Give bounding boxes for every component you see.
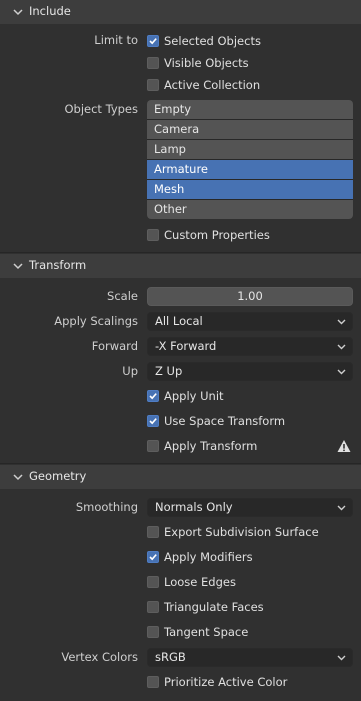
apply-unit-checkbox[interactable]: Apply Unit bbox=[147, 387, 224, 405]
object-type-armature[interactable]: Armature bbox=[147, 160, 353, 179]
scale-value: 1.00 bbox=[237, 289, 263, 303]
panel-title: Include bbox=[29, 4, 71, 18]
panel-title: Geometry bbox=[29, 469, 87, 483]
up-dropdown[interactable]: Z Up bbox=[147, 362, 353, 381]
checkbox-unchecked bbox=[147, 626, 159, 638]
object-types-list: Empty Camera Lamp Armature Mesh Other bbox=[147, 100, 353, 219]
active-collection-checkbox[interactable]: Active Collection bbox=[147, 76, 260, 94]
dropdown-value: sRGB bbox=[155, 650, 186, 664]
chevron-down-icon bbox=[337, 369, 346, 375]
chevron-down-icon bbox=[13, 263, 23, 270]
visible-objects-checkbox[interactable]: Visible Objects bbox=[147, 54, 249, 72]
forward-dropdown[interactable]: -X Forward bbox=[147, 337, 353, 356]
dropdown-value: Normals Only bbox=[155, 500, 233, 514]
object-type-other[interactable]: Other bbox=[147, 200, 353, 219]
warning-icon bbox=[337, 440, 351, 452]
object-types-label: Object Types bbox=[64, 102, 138, 116]
chevron-down-icon bbox=[337, 505, 346, 511]
apply-modifiers-checkbox[interactable]: Apply Modifiers bbox=[147, 548, 253, 566]
tangent-space-checkbox[interactable]: Tangent Space bbox=[147, 623, 248, 641]
apply-transform-checkbox[interactable]: Apply Transform bbox=[147, 437, 257, 455]
chevron-down-icon bbox=[13, 474, 23, 481]
checkbox-label: Apply Transform bbox=[164, 439, 258, 453]
geometry-panel-header[interactable]: Geometry bbox=[0, 465, 361, 489]
checkbox-unchecked bbox=[147, 676, 159, 688]
chevron-down-icon bbox=[337, 344, 346, 350]
prioritize-active-color-checkbox[interactable]: Prioritize Active Color bbox=[147, 673, 287, 691]
checkbox-label: Prioritize Active Color bbox=[164, 675, 288, 689]
checkbox-checked bbox=[147, 415, 159, 427]
check-icon bbox=[149, 554, 157, 561]
checkbox-unchecked bbox=[147, 57, 159, 69]
forward-label: Forward bbox=[91, 339, 138, 353]
checkbox-label: Active Collection bbox=[164, 78, 261, 92]
export-subdivision-checkbox[interactable]: Export Subdivision Surface bbox=[147, 523, 319, 541]
panel-title: Transform bbox=[29, 258, 87, 272]
checkbox-label: Triangulate Faces bbox=[164, 600, 264, 614]
apply-scalings-dropdown[interactable]: All Local bbox=[147, 312, 353, 331]
custom-properties-checkbox[interactable]: Custom Properties bbox=[147, 226, 270, 244]
dropdown-value: -X Forward bbox=[155, 339, 217, 353]
object-type-mesh[interactable]: Mesh bbox=[147, 180, 353, 199]
chevron-down-icon bbox=[337, 319, 346, 325]
checkbox-label: Use Space Transform bbox=[164, 414, 286, 428]
up-label: Up bbox=[122, 364, 138, 378]
vertex-colors-label: Vertex Colors bbox=[61, 650, 138, 664]
use-space-transform-checkbox[interactable]: Use Space Transform bbox=[147, 412, 285, 430]
checkbox-label: Custom Properties bbox=[164, 228, 270, 242]
panel-divider bbox=[0, 252, 361, 253]
checkbox-label: Export Subdivision Surface bbox=[164, 525, 319, 539]
loose-edges-checkbox[interactable]: Loose Edges bbox=[147, 573, 236, 591]
check-icon bbox=[149, 418, 157, 425]
scale-label: Scale bbox=[107, 289, 138, 303]
smoothing-dropdown[interactable]: Normals Only bbox=[147, 498, 353, 517]
checkbox-label: Apply Modifiers bbox=[164, 550, 253, 564]
vertex-colors-dropdown[interactable]: sRGB bbox=[147, 648, 353, 667]
panel-divider bbox=[0, 463, 361, 464]
limit-to-label: Limit to bbox=[94, 33, 138, 47]
chevron-down-icon bbox=[13, 9, 23, 16]
checkbox-label: Tangent Space bbox=[164, 625, 249, 639]
object-type-camera[interactable]: Camera bbox=[147, 120, 353, 139]
object-type-lamp[interactable]: Lamp bbox=[147, 140, 353, 159]
checkbox-checked bbox=[147, 551, 159, 563]
checkbox-unchecked bbox=[147, 601, 159, 613]
chevron-down-icon bbox=[337, 655, 346, 661]
dropdown-value: Z Up bbox=[155, 364, 183, 378]
checkbox-checked bbox=[147, 35, 159, 47]
check-icon bbox=[149, 393, 157, 400]
checkbox-label: Loose Edges bbox=[164, 575, 236, 589]
selected-objects-checkbox[interactable]: Selected Objects bbox=[147, 32, 261, 50]
smoothing-label: Smoothing bbox=[75, 500, 138, 514]
apply-scalings-label: Apply Scalings bbox=[54, 314, 138, 328]
check-icon bbox=[149, 38, 157, 45]
checkbox-unchecked bbox=[147, 526, 159, 538]
transform-panel-header[interactable]: Transform bbox=[0, 254, 361, 278]
checkbox-unchecked bbox=[147, 576, 159, 588]
object-type-empty[interactable]: Empty bbox=[147, 100, 353, 119]
checkbox-label: Visible Objects bbox=[164, 56, 249, 70]
scale-field[interactable]: 1.00 bbox=[147, 287, 353, 306]
checkbox-label: Apply Unit bbox=[164, 389, 224, 403]
triangulate-faces-checkbox[interactable]: Triangulate Faces bbox=[147, 598, 264, 616]
checkbox-unchecked bbox=[147, 229, 159, 241]
checkbox-label: Selected Objects bbox=[164, 34, 261, 48]
checkbox-unchecked bbox=[147, 79, 159, 91]
dropdown-value: All Local bbox=[155, 314, 203, 328]
include-panel-header[interactable]: Include bbox=[0, 0, 361, 24]
checkbox-checked bbox=[147, 390, 159, 402]
checkbox-unchecked bbox=[147, 440, 159, 452]
